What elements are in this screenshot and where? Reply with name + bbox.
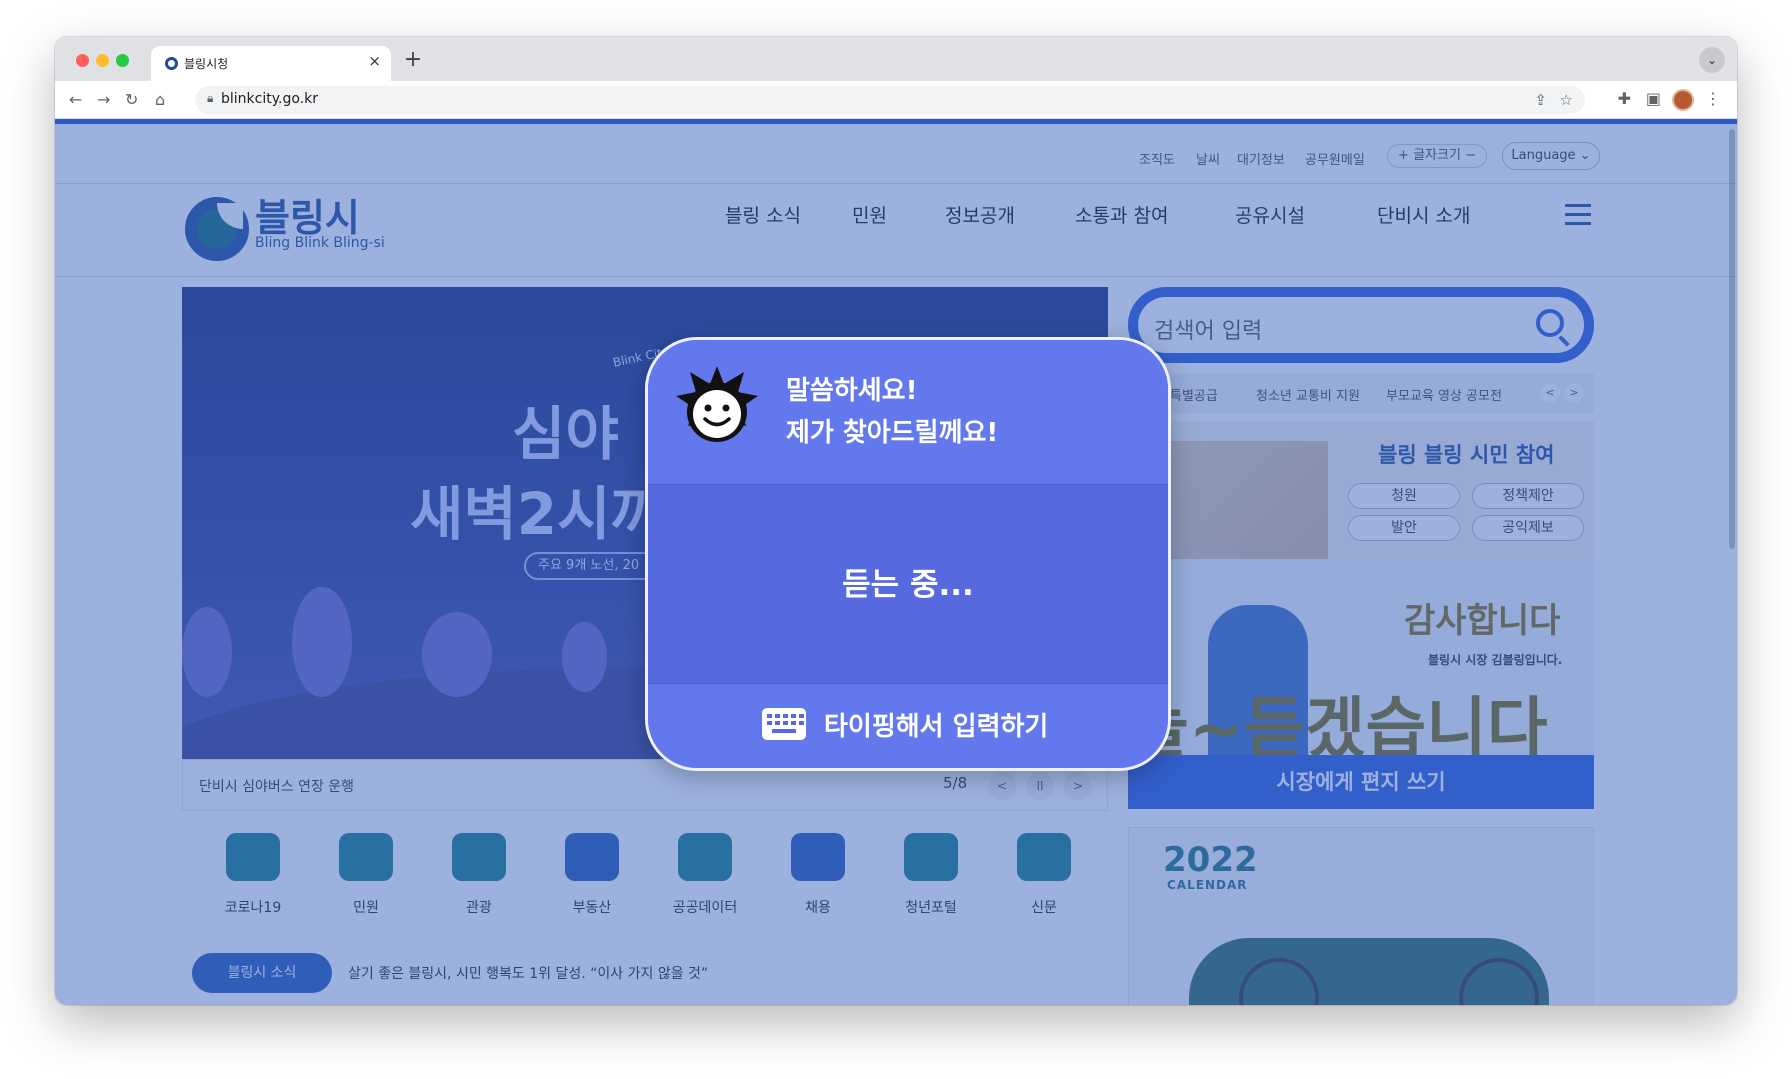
maximize-window-button[interactable] bbox=[116, 54, 129, 67]
star-icon[interactable]: ☆ bbox=[1560, 91, 1573, 109]
mascot-icon bbox=[676, 366, 758, 442]
tab-bar: 블링시청 × + ⌄ bbox=[55, 37, 1737, 81]
favicon-icon bbox=[165, 57, 178, 70]
share-icon[interactable]: ⇪ bbox=[1534, 91, 1547, 109]
address-bar[interactable]: 🔒︎ blinkcity.go.kr ⇪ ☆ bbox=[195, 86, 1585, 114]
voice-search-dialog: 말씀하세요! 제가 찾아드릴께요! 듣는 중... 타이핑해서 입력하기 bbox=[645, 337, 1171, 771]
dialog-header: 말씀하세요! 제가 찾아드릴께요! bbox=[648, 340, 1168, 484]
type-input-label: 타이핑해서 입력하기 bbox=[824, 712, 1049, 742]
home-icon[interactable]: ⌂ bbox=[155, 90, 165, 109]
listening-status: 듣는 중... bbox=[842, 567, 974, 603]
dialog-prompt-line2: 제가 찾아드릴께요! bbox=[786, 418, 999, 448]
reload-icon[interactable]: ↻ bbox=[125, 90, 138, 109]
new-tab-button[interactable]: + bbox=[400, 48, 426, 74]
profile-avatar[interactable] bbox=[1672, 89, 1694, 111]
close-window-button[interactable] bbox=[76, 54, 89, 67]
type-input-button[interactable]: 타이핑해서 입력하기 bbox=[648, 684, 1168, 768]
tab-title: 블링시청 bbox=[184, 57, 229, 71]
dialog-prompt-line1: 말씀하세요! bbox=[786, 376, 918, 406]
close-tab-icon[interactable]: × bbox=[368, 52, 381, 70]
extensions-icon[interactable]: ✚ bbox=[1618, 89, 1631, 108]
url-text: blinkcity.go.kr bbox=[221, 91, 318, 107]
browser-toolbar: ← → ↻ ⌂ 🔒︎ blinkcity.go.kr ⇪ ☆ ✚ ▣ ⋮ bbox=[55, 81, 1737, 119]
menu-dots-icon[interactable]: ⋮ bbox=[1705, 89, 1721, 108]
sidepanel-icon[interactable]: ▣ bbox=[1646, 89, 1661, 108]
tab-search-button[interactable]: ⌄ bbox=[1699, 47, 1725, 73]
browser-tab[interactable]: 블링시청 × bbox=[151, 46, 391, 81]
lock-icon: 🔒︎ bbox=[207, 91, 214, 105]
minimize-window-button[interactable] bbox=[96, 54, 109, 67]
page-content: 조직도 날씨 대기정보 공무원메일 + 글자크기 − Language ⌄ 블링… bbox=[55, 119, 1737, 1005]
forward-arrow-icon[interactable]: → bbox=[97, 90, 110, 109]
back-arrow-icon[interactable]: ← bbox=[69, 90, 82, 109]
keyboard-icon bbox=[762, 708, 806, 740]
listening-area: 듣는 중... bbox=[648, 484, 1168, 684]
browser-window: 블링시청 × + ⌄ ← → ↻ ⌂ 🔒︎ blinkcity.go.kr ⇪ … bbox=[55, 37, 1737, 1005]
